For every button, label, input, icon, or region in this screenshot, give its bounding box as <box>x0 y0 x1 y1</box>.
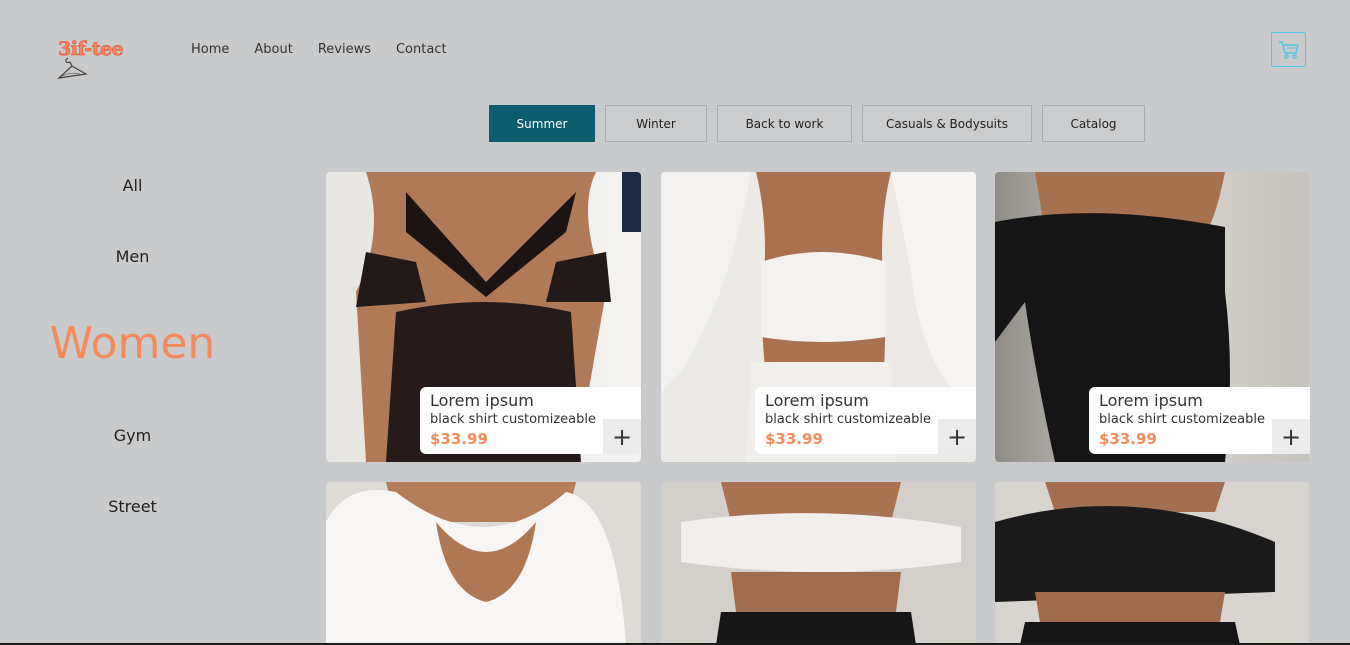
product-card[interactable] <box>326 482 641 645</box>
cart-icon <box>1278 40 1299 59</box>
cart-button[interactable] <box>1271 32 1306 67</box>
sidebar-item-all[interactable]: All <box>0 176 265 195</box>
add-to-cart-button[interactable]: + <box>938 419 976 454</box>
product-photo <box>995 482 1309 645</box>
nav-about[interactable]: About <box>254 42 292 57</box>
product-card[interactable] <box>995 482 1310 645</box>
product-name: Lorem ipsum <box>765 391 869 410</box>
product-card[interactable] <box>661 482 976 645</box>
add-to-cart-button[interactable]: + <box>603 419 641 454</box>
product-card[interactable]: Lorem ipsum black shirt customizeable $3… <box>661 172 976 462</box>
sidebar-item-women[interactable]: Women <box>0 318 265 369</box>
season-tabs: Summer Winter Back to work Casuals & Bod… <box>489 105 1155 142</box>
product-card[interactable]: Lorem ipsum black shirt customizeable $3… <box>326 172 641 462</box>
tab-back-to-work[interactable]: Back to work <box>717 105 852 142</box>
nav-home[interactable]: Home <box>191 42 229 57</box>
product-photo <box>326 482 641 645</box>
sidebar-item-men[interactable]: Men <box>0 247 265 266</box>
hanger-icon <box>57 57 88 79</box>
nav-reviews[interactable]: Reviews <box>318 42 371 57</box>
sidebar-item-street[interactable]: Street <box>0 497 265 516</box>
product-card[interactable]: Lorem ipsum black shirt customizeable $3… <box>995 172 1310 462</box>
add-to-cart-button[interactable]: + <box>1272 419 1310 454</box>
nav-contact[interactable]: Contact <box>396 42 447 57</box>
sidebar-item-gym[interactable]: Gym <box>0 426 265 445</box>
product-name: Lorem ipsum <box>1099 391 1203 410</box>
main-nav: Home About Reviews Contact <box>191 42 472 57</box>
tab-summer[interactable]: Summer <box>489 105 595 142</box>
tab-casuals-bodysuits[interactable]: Casuals & Bodysuits <box>862 105 1032 142</box>
product-photo <box>661 482 976 645</box>
brand-logo[interactable]: 3if-tee <box>54 36 138 84</box>
tab-winter[interactable]: Winter <box>605 105 707 142</box>
tab-catalog[interactable]: Catalog <box>1042 105 1145 142</box>
product-name: Lorem ipsum <box>430 391 534 410</box>
